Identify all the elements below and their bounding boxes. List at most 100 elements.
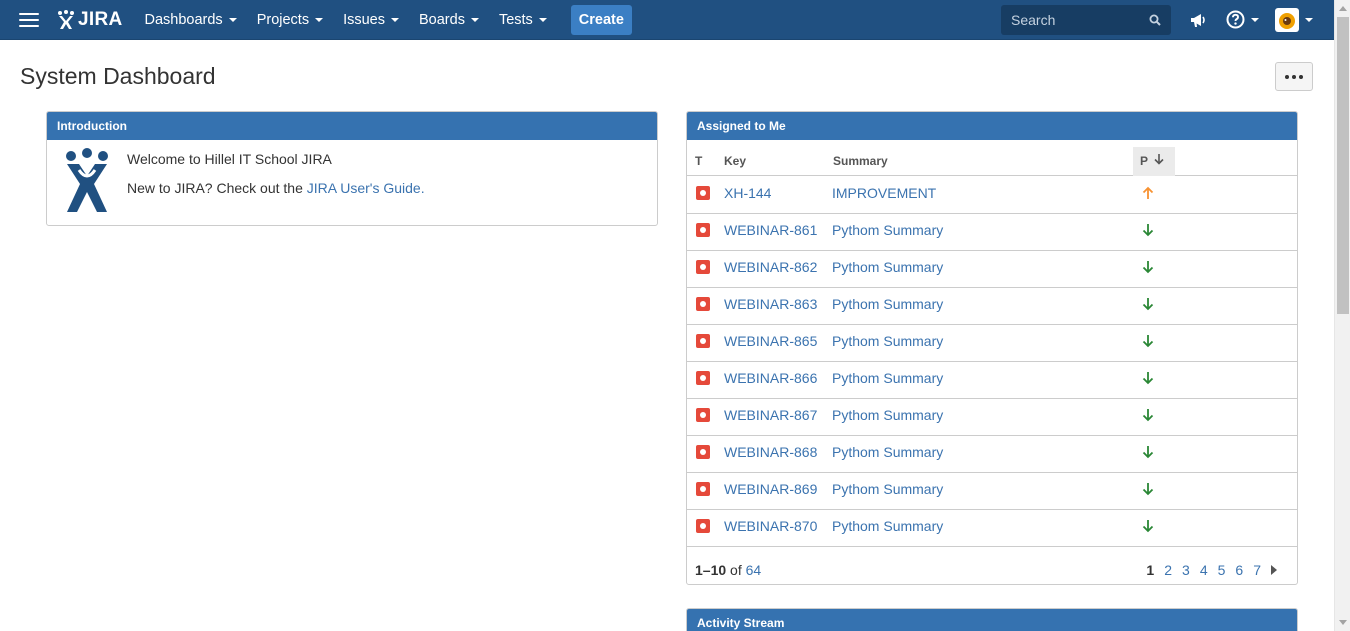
- table-row[interactable]: WEBINAR-861 Pythom Summary: [687, 214, 1297, 251]
- page-link-7[interactable]: 7: [1253, 562, 1261, 578]
- nav-issues[interactable]: Issues: [333, 0, 409, 40]
- column-key[interactable]: Key: [724, 154, 746, 168]
- bug-type-icon: [696, 445, 710, 459]
- next-page-arrow-icon[interactable]: [1271, 565, 1277, 575]
- vertical-scrollbar[interactable]: [1334, 0, 1350, 631]
- table-row[interactable]: WEBINAR-862 Pythom Summary: [687, 251, 1297, 288]
- nav-projects[interactable]: Projects: [247, 0, 333, 40]
- issue-summary-link[interactable]: Pythom Summary: [832, 259, 943, 275]
- table-row[interactable]: WEBINAR-866 Pythom Summary: [687, 362, 1297, 399]
- priority-high-icon: [1142, 186, 1154, 199]
- jira-mascot-icon: [66, 148, 108, 212]
- page-link-4[interactable]: 4: [1200, 562, 1208, 578]
- nav-tests[interactable]: Tests: [489, 0, 557, 40]
- issue-key-link[interactable]: WEBINAR-863: [724, 296, 817, 312]
- chevron-down-icon: [538, 17, 547, 22]
- issue-key-link[interactable]: WEBINAR-862: [724, 259, 817, 275]
- issue-summary-link[interactable]: Pythom Summary: [832, 407, 943, 423]
- more-dot-icon: [1285, 74, 1289, 79]
- column-priority[interactable]: P: [1140, 154, 1148, 168]
- scroll-down-arrow-icon[interactable]: [1339, 620, 1347, 625]
- issue-key-link[interactable]: WEBINAR-868: [724, 444, 817, 460]
- issue-summary-link[interactable]: Pythom Summary: [832, 370, 943, 386]
- jira-user-guide-link[interactable]: JIRA User's Guide: [307, 180, 421, 196]
- issue-key-link[interactable]: WEBINAR-861: [724, 222, 817, 238]
- table-row[interactable]: WEBINAR-863 Pythom Summary: [687, 288, 1297, 325]
- page-link-5[interactable]: 5: [1218, 562, 1226, 578]
- logo-text: JIRA: [78, 8, 123, 30]
- table-row[interactable]: WEBINAR-870 Pythom Summary: [687, 510, 1297, 547]
- bug-type-icon: [696, 519, 710, 533]
- bug-type-icon: [696, 482, 710, 496]
- issue-key-link[interactable]: WEBINAR-870: [724, 518, 817, 534]
- guide-paragraph: New to JIRA? Check out the JIRA User's G…: [127, 180, 425, 196]
- guide-intro-text: New to JIRA? Check out the: [127, 180, 307, 196]
- page-title: System Dashboard: [20, 63, 216, 89]
- issue-summary-link[interactable]: Pythom Summary: [832, 333, 943, 349]
- create-button[interactable]: Create: [570, 4, 632, 35]
- assigned-title[interactable]: Assigned to Me: [687, 112, 1297, 140]
- table-row[interactable]: WEBINAR-869 Pythom Summary: [687, 473, 1297, 510]
- chevron-down-icon: [470, 17, 479, 22]
- priority-low-icon: [1142, 520, 1154, 533]
- table-row[interactable]: WEBINAR-868 Pythom Summary: [687, 436, 1297, 473]
- chevron-down-icon: [1305, 18, 1313, 22]
- table-row[interactable]: WEBINAR-867 Pythom Summary: [687, 399, 1297, 436]
- issue-key-link[interactable]: WEBINAR-865: [724, 333, 817, 349]
- issue-summary-link[interactable]: Pythom Summary: [832, 444, 943, 460]
- column-type[interactable]: T: [695, 154, 702, 168]
- bug-type-icon: [696, 186, 710, 200]
- bug-type-icon: [696, 223, 710, 237]
- priority-low-icon: [1142, 224, 1154, 237]
- priority-low-icon: [1142, 409, 1154, 422]
- table-row[interactable]: WEBINAR-865 Pythom Summary: [687, 325, 1297, 362]
- search-input[interactable]: Search: [1001, 5, 1171, 35]
- priority-low-icon: [1142, 298, 1154, 311]
- bug-type-icon: [696, 408, 710, 422]
- help-icon: [1226, 10, 1245, 29]
- page-link-6[interactable]: 6: [1235, 562, 1243, 578]
- table-row[interactable]: XH-144 IMPROVEMENT: [687, 177, 1297, 214]
- issue-summary-link[interactable]: Pythom Summary: [832, 296, 943, 312]
- issue-summary-link[interactable]: Pythom Summary: [832, 222, 943, 238]
- issue-key-link[interactable]: XH-144: [724, 185, 771, 201]
- issue-summary-link[interactable]: Pythom Summary: [832, 518, 943, 534]
- scrollbar-thumb[interactable]: [1337, 17, 1349, 314]
- page-link-3[interactable]: 3: [1182, 562, 1190, 578]
- pagination: 1234567: [1146, 562, 1277, 578]
- issue-summary-link[interactable]: IMPROVEMENT: [832, 185, 936, 201]
- nav-dashboards-label: Dashboards: [144, 11, 223, 28]
- search-icon[interactable]: [1149, 14, 1161, 26]
- scroll-up-arrow-icon[interactable]: [1339, 6, 1347, 11]
- issue-key-link[interactable]: WEBINAR-869: [724, 481, 817, 497]
- issue-key-link[interactable]: WEBINAR-866: [724, 370, 817, 386]
- table-header: T Key Summary P: [687, 141, 1297, 176]
- nav-dashboards[interactable]: Dashboards: [135, 0, 247, 40]
- help-menu[interactable]: [1226, 10, 1259, 29]
- page-link-2[interactable]: 2: [1164, 562, 1172, 578]
- priority-low-icon: [1142, 372, 1154, 385]
- menu-icon[interactable]: [19, 12, 39, 27]
- nav-boards[interactable]: Boards: [409, 0, 489, 40]
- issue-summary-link[interactable]: Pythom Summary: [832, 481, 943, 497]
- column-summary[interactable]: Summary: [833, 154, 888, 168]
- page-link-1[interactable]: 1: [1146, 562, 1154, 578]
- issue-key-link[interactable]: WEBINAR-867: [724, 407, 817, 423]
- bug-type-icon: [696, 334, 710, 348]
- activity-stream-title[interactable]: Activity Stream: [687, 609, 1297, 631]
- more-actions-button[interactable]: [1275, 62, 1313, 91]
- priority-low-icon: [1142, 261, 1154, 274]
- result-of: of: [726, 562, 746, 578]
- user-menu[interactable]: [1275, 8, 1313, 32]
- introduction-title[interactable]: Introduction: [47, 112, 657, 140]
- priority-low-icon: [1142, 483, 1154, 496]
- more-dot-icon: [1299, 74, 1303, 79]
- jira-logo[interactable]: JIRA: [56, 9, 123, 31]
- priority-low-icon: [1142, 446, 1154, 459]
- megaphone-icon[interactable]: [1189, 11, 1207, 29]
- sort-descending-icon[interactable]: [1154, 153, 1164, 165]
- nav-tests-label: Tests: [498, 11, 533, 28]
- bug-type-icon: [696, 371, 710, 385]
- result-total-link[interactable]: 64: [746, 562, 762, 578]
- chevron-down-icon: [315, 17, 324, 22]
